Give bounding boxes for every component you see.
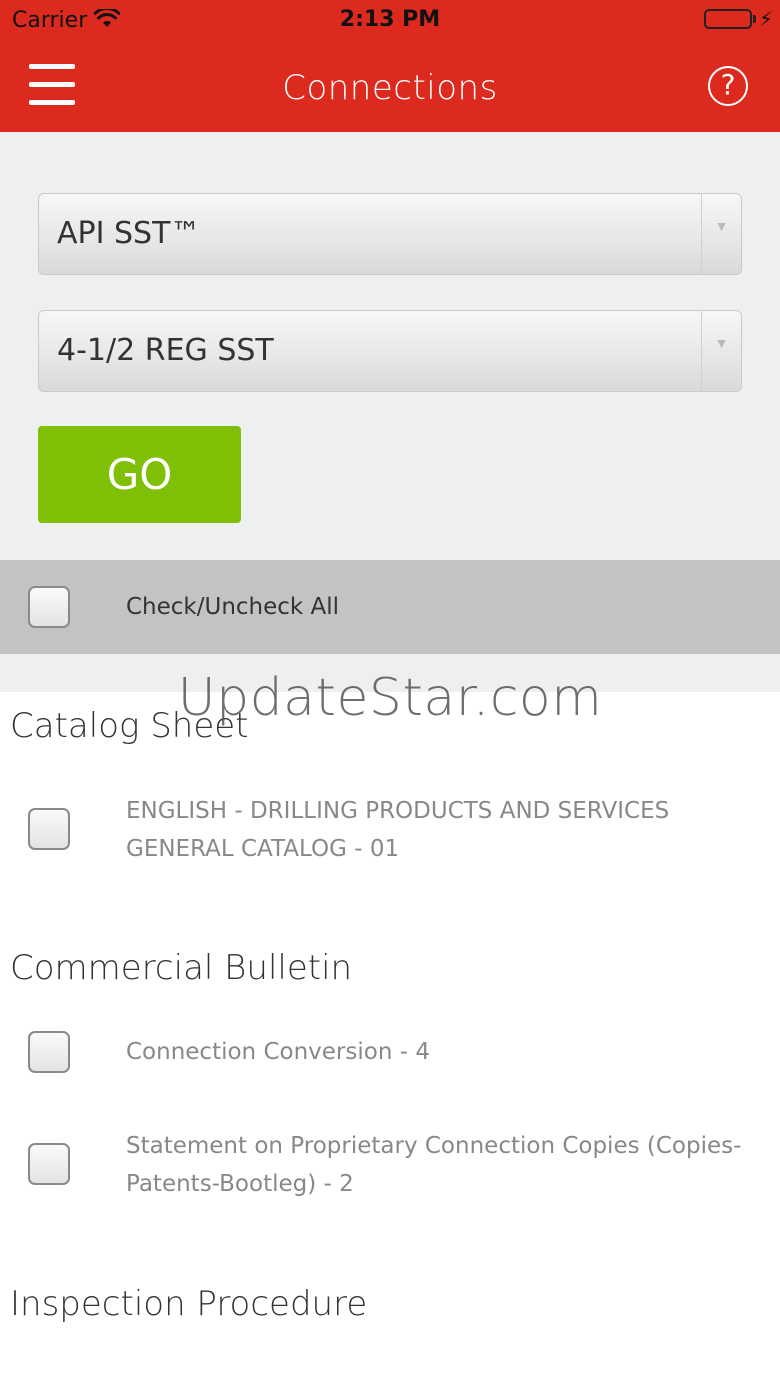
document-label[interactable]: Statement on Proprietary Connection Copi… bbox=[126, 1127, 766, 1203]
help-button[interactable]: ? bbox=[708, 66, 748, 106]
check-all-label: Check/Uncheck All bbox=[126, 594, 340, 620]
status-time: 2:13 PM bbox=[339, 7, 441, 32]
bolt-icon: ⚡ bbox=[759, 9, 774, 31]
section-title-commercial-bulletin: Commercial Bulletin bbox=[10, 948, 353, 988]
document-checkbox[interactable] bbox=[28, 1031, 70, 1073]
battery-tip bbox=[753, 15, 756, 23]
page-title: Connections bbox=[282, 68, 498, 108]
document-label[interactable]: ENGLISH - DRILLING PRODUCTS AND SERVICES… bbox=[126, 792, 766, 868]
watermark: UpdateStar.com bbox=[177, 668, 603, 728]
document-checkbox[interactable] bbox=[28, 1143, 70, 1185]
filter-panel: API SST™ ▼ 4-1/2 REG SST ▼ GO bbox=[0, 132, 780, 560]
chevron-down-icon: ▼ bbox=[701, 311, 741, 391]
connection-size-select[interactable]: 4-1/2 REG SST ▼ bbox=[38, 310, 742, 392]
document-checkbox[interactable] bbox=[28, 808, 70, 850]
status-bar: Carrier 2:13 PM ⚡ bbox=[0, 0, 780, 40]
section-title-inspection-procedure: Inspection Procedure bbox=[10, 1284, 368, 1324]
check-all-checkbox[interactable] bbox=[28, 586, 70, 628]
nav-bar: Connections ? bbox=[0, 40, 780, 132]
chevron-down-icon: ▼ bbox=[701, 194, 741, 274]
go-button[interactable]: GO bbox=[38, 426, 241, 523]
connection-size-value: 4-1/2 REG SST bbox=[57, 333, 274, 368]
battery-icon bbox=[704, 9, 752, 29]
connection-type-value: API SST™ bbox=[57, 216, 201, 251]
check-all-bar: Check/Uncheck All bbox=[0, 560, 780, 654]
connection-type-select[interactable]: API SST™ ▼ bbox=[38, 193, 742, 275]
document-label[interactable]: Connection Conversion - 4 bbox=[126, 1033, 766, 1071]
